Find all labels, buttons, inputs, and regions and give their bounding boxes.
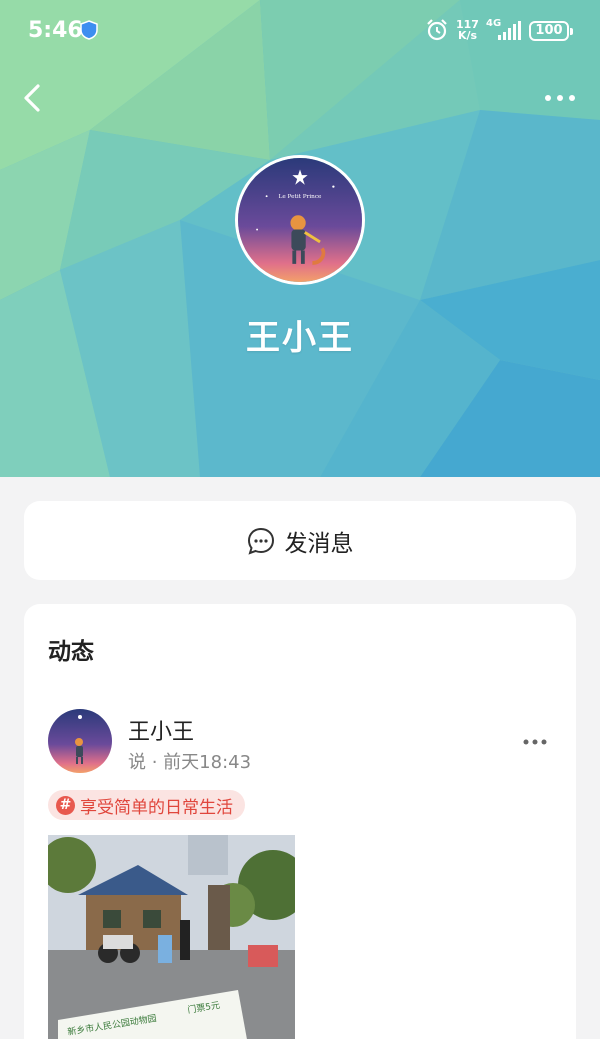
profile-header: 5:46 117 K/s 4G 100 Le Petit Prince 王小王 <box>0 0 600 477</box>
profile-name: 王小王 <box>246 318 354 358</box>
post-more-icon[interactable] <box>520 734 550 750</box>
feed-title: 动态 <box>48 639 94 665</box>
avatar-caption: Le Petit Prince <box>279 194 323 200</box>
speed-unit: K/s <box>457 29 478 42</box>
post-meta: 说 · 前天18:43 <box>128 752 252 773</box>
post-photo-image: 新乡市人民公园动物园 门票5元 <box>48 835 295 1039</box>
signal-icon <box>498 21 521 40</box>
topic-tag-label: 享受简单的日常生活 <box>80 797 233 818</box>
chat-bubble-icon <box>247 527 274 555</box>
post-photo[interactable]: 新乡市人民公园动物园 门票5元 <box>48 835 295 1039</box>
activity-feed: 动态 王小王 说 · 前天18:43 # 享受简单的日常生活 新乡市人民公园动物… <box>24 604 576 1039</box>
hashtag-icon: # <box>56 795 75 815</box>
network-speed: 117 K/s <box>456 19 479 41</box>
shield-icon <box>80 20 98 40</box>
send-message-label: 发消息 <box>284 530 354 557</box>
alarm-clock-icon <box>427 19 447 41</box>
more-dots-icon[interactable] <box>540 88 580 108</box>
topic-tag[interactable]: # 享受简单的日常生活 <box>48 790 245 820</box>
status-bar: 5:46 117 K/s 4G 100 <box>0 0 600 62</box>
avatar-image: Le Petit Prince <box>238 158 362 282</box>
post-username[interactable]: 王小王 <box>128 714 194 746</box>
post-avatar-image <box>48 709 112 773</box>
battery-indicator: 100 <box>529 21 573 41</box>
profile-avatar[interactable]: Le Petit Prince <box>235 155 365 285</box>
post-avatar[interactable] <box>48 709 112 773</box>
status-time: 5:46 <box>28 18 83 43</box>
send-message-button[interactable]: 发消息 <box>24 501 576 580</box>
back-arrow-icon[interactable] <box>18 80 52 116</box>
